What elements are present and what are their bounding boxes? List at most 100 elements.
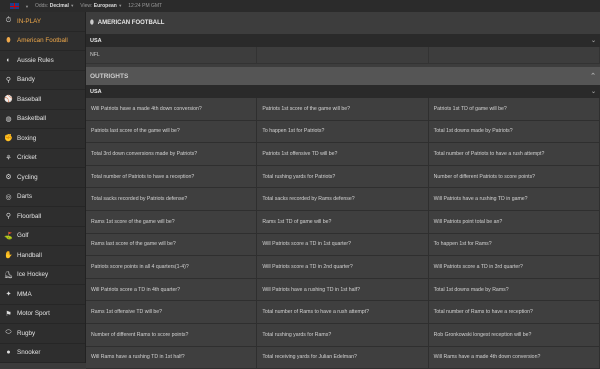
aussie-rules-icon: ◐ bbox=[6, 56, 11, 64]
top-bar: ▼ Odds: Decimal ▼ View: European ▼ 12:24… bbox=[0, 0, 600, 12]
market-cell[interactable]: Will Rams have a rushing TD in 1st half? bbox=[86, 346, 258, 369]
chevron-down-icon[interactable]: ⌄ bbox=[591, 88, 596, 95]
market-cell[interactable]: Patriots last score of the game will be? bbox=[86, 120, 258, 144]
sidebar-item-snooker[interactable]: ● Snooker bbox=[0, 344, 85, 363]
market-cell[interactable]: Total 1st downs made by Patriots? bbox=[428, 120, 600, 144]
sidebar-item-label: Basketball bbox=[17, 115, 47, 123]
chevron-down-icon[interactable]: ▼ bbox=[25, 4, 29, 9]
chevron-down-icon[interactable]: ⌄ bbox=[591, 37, 596, 44]
market-cell[interactable]: Total number of Patriots to have a rush … bbox=[428, 143, 600, 166]
sidebar-item-cycling[interactable]: ⚙ Cycling bbox=[0, 168, 85, 188]
league-empty bbox=[428, 47, 600, 64]
uk-flag-icon[interactable] bbox=[10, 3, 19, 9]
market-cell[interactable]: To happen 1st for Rams? bbox=[428, 233, 600, 257]
sidebar-item-in-play[interactable]: ⏱ IN-PLAY bbox=[0, 12, 85, 32]
market-cell[interactable]: Will Patriots score a TD in 4th quarter? bbox=[86, 278, 258, 302]
ice-hockey-icon: ⛸ bbox=[4, 271, 13, 279]
sidebar-item-label: Darts bbox=[17, 193, 33, 201]
view-selector[interactable]: View: European ▼ bbox=[80, 3, 122, 9]
sidebar-item-darts[interactable]: ◎ Darts bbox=[0, 188, 85, 207]
sidebar-item-motor-sport[interactable]: ⚑ Motor Sport bbox=[0, 305, 85, 324]
market-cell[interactable]: Patriots 1st score of the game will be? bbox=[257, 98, 429, 121]
sidebar-item-american-football[interactable]: ⬮ American Football bbox=[0, 32, 85, 51]
market-cell[interactable]: Number of different Patriots to score po… bbox=[428, 165, 600, 189]
sidebar-item-label: Cricket bbox=[17, 154, 37, 162]
market-cell[interactable]: Rob Gronkowski longest reception will be… bbox=[428, 323, 600, 347]
market-cell[interactable]: Total receiving yards for Julian Edelman… bbox=[257, 346, 429, 369]
sidebar-item-boxing[interactable]: ✊ Boxing bbox=[0, 129, 85, 149]
odds-selector[interactable]: Odds: Decimal ▼ bbox=[35, 3, 74, 9]
market-cell[interactable]: Will Patriots have a rushing TD in 1st h… bbox=[257, 278, 429, 302]
outrights-header[interactable]: OUTRIGHTS ⌃ bbox=[86, 67, 600, 85]
market-cell[interactable]: Total number of Rams to have a reception… bbox=[428, 301, 600, 324]
sidebar-item-label: Aussie Rules bbox=[17, 56, 54, 64]
sidebar-item-aussie-rules[interactable]: ◐ Aussie Rules bbox=[0, 51, 85, 71]
sidebar-item-golf[interactable]: ⛳ Golf bbox=[0, 227, 85, 246]
sidebar-item-label: Floorball bbox=[17, 212, 42, 220]
market-cell[interactable]: Number of different Rams to score points… bbox=[86, 323, 258, 347]
sidebar-item-cricket[interactable]: ⚘ Cricket bbox=[0, 149, 85, 168]
sidebar-item-label: American Football bbox=[17, 37, 68, 45]
snooker-icon: ● bbox=[6, 349, 11, 357]
region-header-usa-outrights[interactable]: USA ⌄ bbox=[86, 85, 600, 98]
golf-icon: ⛳ bbox=[4, 232, 13, 240]
sidebar-item-label: Golf bbox=[17, 232, 29, 240]
baseball-icon: ⚾ bbox=[4, 96, 13, 104]
market-cell[interactable]: Total 3rd down conversions made by Patri… bbox=[86, 143, 258, 166]
market-cell[interactable]: Will Patriots score a TD in 1st quarter? bbox=[257, 233, 429, 257]
sidebar-item-label: Rugby bbox=[17, 329, 36, 337]
market-cell[interactable]: Patriots 1st TD of game will be? bbox=[428, 98, 600, 121]
sidebar-item-mma[interactable]: ✦ MMA bbox=[0, 285, 85, 305]
market-cell[interactable]: Will Patriots have a made 4th down conve… bbox=[86, 98, 258, 121]
sidebar-item-handball[interactable]: ✋ Handball bbox=[0, 246, 85, 266]
market-cell[interactable]: Will Patriots point total be an? bbox=[428, 210, 600, 234]
handball-icon: ✋ bbox=[4, 252, 13, 260]
bandy-icon: ⚲ bbox=[5, 76, 12, 84]
region-header-usa[interactable]: USA ⌄ bbox=[86, 34, 600, 47]
sidebar-item-bandy[interactable]: ⚲ Bandy bbox=[0, 71, 85, 90]
market-cell[interactable]: Rams 1st offensive TD will be? bbox=[86, 301, 258, 324]
sidebar-item-label: Handball bbox=[17, 251, 42, 259]
sidebar-item-rugby[interactable]: ⬭ Rugby bbox=[0, 324, 85, 344]
american-football-icon: ⬮ bbox=[90, 19, 94, 26]
market-grid: Will Patriots have a made 4th down conve… bbox=[86, 98, 600, 369]
market-cell[interactable]: Total number of Patriots to have a recep… bbox=[86, 165, 258, 189]
cycling-icon: ⚙ bbox=[5, 174, 12, 182]
sidebar-item-ice-hockey[interactable]: ⛸ Ice Hockey bbox=[0, 266, 85, 285]
market-cell[interactable]: Will Patriots score a TD in 3rd quarter? bbox=[428, 256, 600, 279]
sidebar-item-label: IN-PLAY bbox=[17, 17, 42, 25]
basketball-icon: ◍ bbox=[5, 115, 12, 123]
sidebar-item-label: Baseball bbox=[17, 95, 42, 103]
mma-icon: ✦ bbox=[5, 291, 12, 299]
market-cell[interactable]: Rams 1st score of the game will be? bbox=[86, 210, 258, 234]
inplay-icon: ⏱ bbox=[5, 17, 12, 25]
market-cell[interactable]: Total sacks recorded by Patriots defense… bbox=[86, 188, 258, 211]
market-cell[interactable]: Total rushing yards for Patriots? bbox=[257, 165, 429, 189]
darts-icon: ◎ bbox=[5, 193, 12, 201]
market-cell[interactable]: Total sacks recorded by Rams defense? bbox=[257, 188, 429, 211]
market-cell[interactable]: Rams 1st TD of game will be? bbox=[257, 210, 429, 234]
market-cell[interactable]: Patriots score points in all 4 quarters(… bbox=[86, 256, 258, 279]
sidebar-item-floorball[interactable]: ⚲ Floorball bbox=[0, 207, 85, 227]
american-football-icon: ⬮ bbox=[6, 36, 11, 44]
cricket-icon: ⚘ bbox=[5, 154, 12, 162]
market-cell[interactable]: To happen 1st for Patriots? bbox=[257, 120, 429, 144]
market-cell[interactable]: Total rushing yards for Rams? bbox=[257, 323, 429, 347]
market-cell[interactable]: Rams last score of the game will be? bbox=[86, 233, 258, 257]
sidebar-item-baseball[interactable]: ⚾ Baseball bbox=[0, 90, 85, 110]
market-cell[interactable]: Will Rams have a made 4th down conversio… bbox=[428, 346, 600, 369]
market-cell[interactable]: Will Patriots score a TD in 2nd quarter? bbox=[257, 256, 429, 279]
floorball-icon: ⚲ bbox=[5, 213, 12, 221]
chevron-down-icon: ▼ bbox=[70, 3, 75, 8]
sports-sidebar: ⏱ IN-PLAY ⬮ American Football ◐ Aussie Rules ⚲… bbox=[0, 12, 86, 363]
league-nfl[interactable]: NFL bbox=[86, 47, 258, 64]
motor-sport-icon: ⚑ bbox=[5, 310, 12, 318]
sidebar-item-basketball[interactable]: ◍ Basketball bbox=[0, 110, 85, 129]
main-content: ⬮ AMERICAN FOOTBALL USA ⌄ NFL OUTRIGHTS ⌃ … bbox=[86, 12, 600, 369]
market-cell[interactable]: Total number of Rams to have a rush atte… bbox=[257, 301, 429, 324]
sidebar-item-label: Snooker bbox=[17, 349, 41, 357]
market-cell[interactable]: Will Patriots have a rushing TD in game? bbox=[428, 188, 600, 211]
chevron-up-icon[interactable]: ⌃ bbox=[590, 72, 596, 80]
market-cell[interactable]: Patriots 1st offensive TD will be? bbox=[257, 143, 429, 166]
market-cell[interactable]: Total 1st downs made by Rams? bbox=[428, 278, 600, 302]
